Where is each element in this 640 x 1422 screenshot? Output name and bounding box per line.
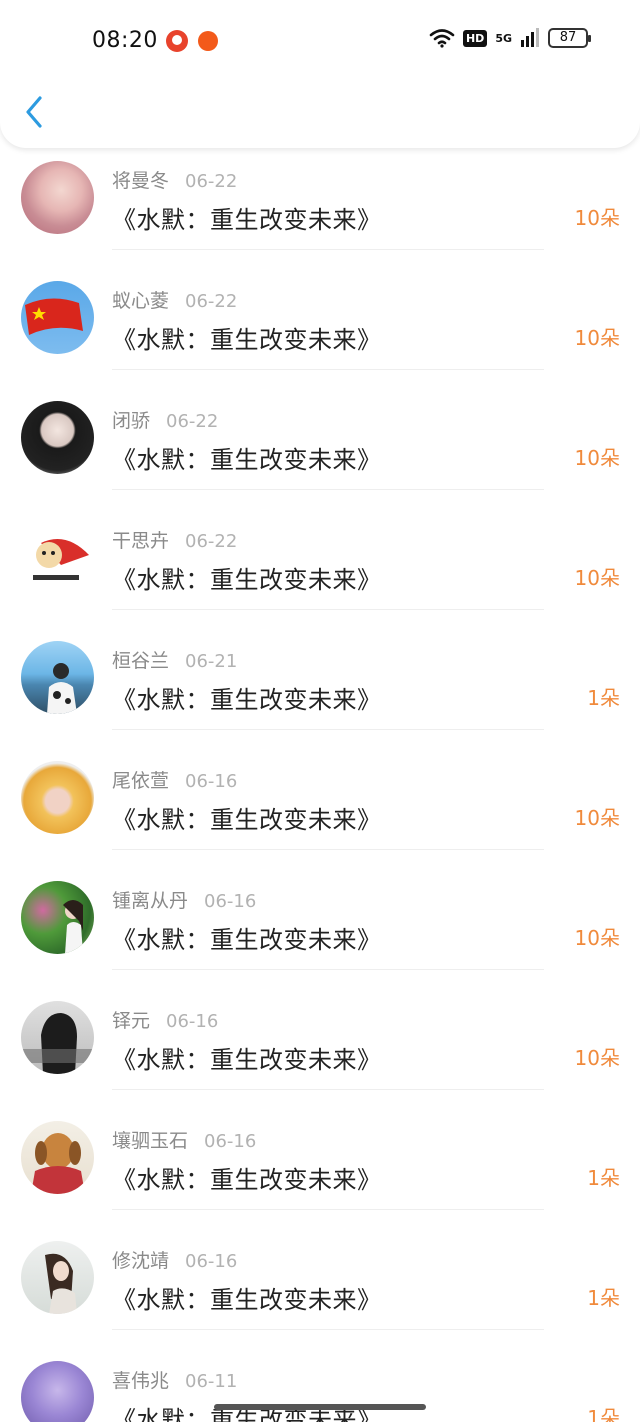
signal-icon bbox=[521, 28, 539, 47]
user-name: 闭骄 06-22 bbox=[112, 410, 219, 432]
hd-icon: HD bbox=[462, 29, 488, 47]
chevron-left-icon bbox=[26, 96, 42, 128]
status-icons: HD 5G 87 bbox=[429, 28, 591, 48]
app-notification-icon bbox=[166, 30, 188, 52]
avatar[interactable] bbox=[21, 1121, 94, 1194]
cartoon-image bbox=[33, 539, 89, 580]
avatar[interactable] bbox=[21, 641, 94, 714]
gift-date: 06-16 bbox=[185, 1251, 238, 1272]
user-name: 尾依萱 06-16 bbox=[112, 770, 238, 792]
gift-date: 06-22 bbox=[185, 171, 238, 192]
user-name: 蚁心菱 06-22 bbox=[112, 290, 238, 312]
battery-level: 87 bbox=[559, 30, 577, 45]
book-title: 《水默：重生改变未来》 bbox=[112, 1286, 382, 1314]
list-item[interactable]: 壤驷玉石 06-16 《水默：重生改变未来》 1朵 bbox=[0, 1090, 640, 1210]
gift-date: 06-22 bbox=[185, 531, 238, 552]
back-button[interactable] bbox=[20, 92, 50, 132]
avatar[interactable] bbox=[21, 1241, 94, 1314]
book-title: 《水默：重生改变未来》 bbox=[112, 206, 382, 234]
gift-amount: 10朵 bbox=[574, 926, 620, 950]
gift-amount: 10朵 bbox=[574, 326, 620, 350]
dog-image bbox=[31, 1133, 85, 1194]
book-title: 《水默：重生改变未来》 bbox=[112, 806, 382, 834]
list-item[interactable]: 尾依萱 06-16 《水默：重生改变未来》 10朵 bbox=[0, 730, 640, 850]
user-name: 喜伟兆 06-11 bbox=[112, 1370, 238, 1392]
avatar[interactable] bbox=[21, 761, 94, 834]
list-item[interactable]: 将曼冬 06-22 《水默：重生改变未来》 10朵 bbox=[0, 130, 640, 250]
book-title: 《水默：重生改变未来》 bbox=[112, 326, 382, 354]
gift-amount: 10朵 bbox=[574, 1046, 620, 1070]
user-name: 壤驷玉石 06-16 bbox=[112, 1130, 257, 1152]
top-bar: 08:20 HD 5G 87 bbox=[0, 0, 640, 148]
avatar[interactable] bbox=[21, 281, 94, 354]
home-indicator[interactable] bbox=[214, 1404, 426, 1410]
avatar[interactable] bbox=[21, 521, 94, 594]
gift-date: 06-22 bbox=[185, 291, 238, 312]
book-title: 《水默：重生改变未来》 bbox=[112, 446, 382, 474]
person-image bbox=[45, 1253, 77, 1314]
gift-amount: 10朵 bbox=[574, 206, 620, 230]
book-title: 《水默：重生改变未来》 bbox=[112, 926, 382, 954]
gift-amount: 1朵 bbox=[587, 686, 620, 710]
wifi-icon bbox=[429, 29, 455, 48]
user-name: 修沈靖 06-16 bbox=[112, 1250, 238, 1272]
flag-image bbox=[25, 298, 83, 335]
app-notification-icon bbox=[198, 31, 218, 51]
gift-date: 06-16 bbox=[166, 1011, 219, 1032]
avatar[interactable] bbox=[21, 1361, 94, 1422]
user-name: 干思卉 06-22 bbox=[112, 530, 238, 552]
user-name: 将曼冬 06-22 bbox=[112, 170, 238, 192]
gift-amount: 1朵 bbox=[587, 1286, 620, 1310]
user-name: 桓谷兰 06-21 bbox=[112, 650, 238, 672]
list-item[interactable]: 桓谷兰 06-21 《水默：重生改变未来》 1朵 bbox=[0, 610, 640, 730]
book-title: 《水默：重生改变未来》 bbox=[112, 1046, 382, 1074]
book-title: 《水默：重生改变未来》 bbox=[112, 1166, 382, 1194]
book-title: 《水默：重生改变未来》 bbox=[112, 566, 382, 594]
gift-date: 06-11 bbox=[185, 1371, 238, 1392]
battery-icon: 87 bbox=[548, 28, 591, 48]
gift-record-page: 将曼冬 06-22 《水默：重生改变未来》 10朵 蚁心菱 06-22 《水默：重生… bbox=[0, 0, 640, 1422]
list-item[interactable]: 蚁心菱 06-22 《水默：重生改变未来》 10朵 bbox=[0, 250, 640, 370]
gift-amount: 10朵 bbox=[574, 566, 620, 590]
status-time: 08:20 bbox=[92, 28, 158, 53]
gift-amount: 10朵 bbox=[574, 446, 620, 470]
network-label: 5G bbox=[495, 31, 512, 45]
user-name: 铎元 06-16 bbox=[112, 1010, 219, 1032]
gift-date: 06-22 bbox=[166, 411, 219, 432]
list-item[interactable]: 铎元 06-16 《水默：重生改变未来》 10朵 bbox=[0, 970, 640, 1090]
person-image bbox=[21, 1013, 94, 1074]
list-item[interactable]: 锺离从丹 06-16 《水默：重生改变未来》 10朵 bbox=[0, 850, 640, 970]
gift-amount: 1朵 bbox=[587, 1406, 620, 1422]
gift-amount: 10朵 bbox=[574, 806, 620, 830]
list-item[interactable]: 干思卉 06-22 《水默：重生改变未来》 10朵 bbox=[0, 490, 640, 610]
avatar[interactable] bbox=[21, 401, 94, 474]
person-image bbox=[47, 663, 77, 714]
list-item[interactable]: 修沈靖 06-16 《水默：重生改变未来》 1朵 bbox=[0, 1210, 640, 1330]
avatar[interactable] bbox=[21, 1001, 94, 1074]
avatar[interactable] bbox=[21, 161, 94, 234]
user-name: 锺离从丹 06-16 bbox=[112, 890, 257, 912]
book-title: 《水默：重生改变未来》 bbox=[112, 686, 382, 714]
gift-date: 06-21 bbox=[185, 651, 238, 672]
person-image bbox=[63, 900, 83, 954]
gift-date: 06-16 bbox=[185, 771, 238, 792]
gift-date: 06-16 bbox=[204, 1131, 257, 1152]
gift-date: 06-16 bbox=[204, 891, 257, 912]
gift-amount: 1朵 bbox=[587, 1166, 620, 1190]
list-item[interactable]: 闭骄 06-22 《水默：重生改变未来》 10朵 bbox=[0, 370, 640, 490]
avatar[interactable] bbox=[21, 881, 94, 954]
